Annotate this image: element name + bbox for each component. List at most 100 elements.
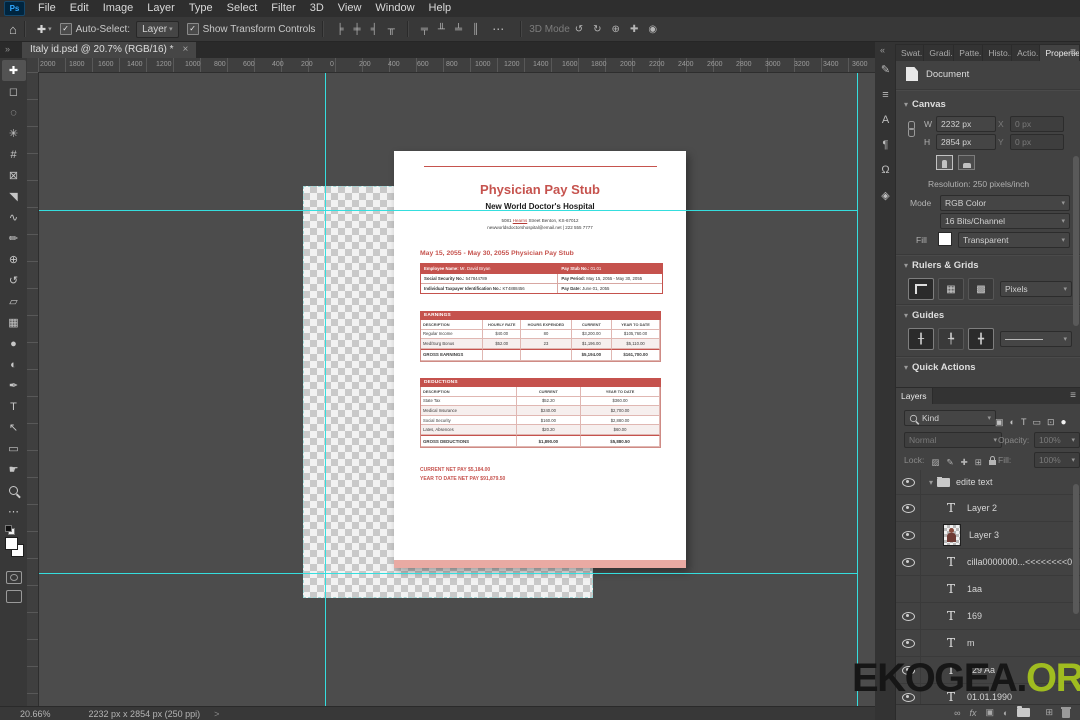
paragraph-panel-icon[interactable]: ¶ xyxy=(883,139,889,151)
tab-patte[interactable]: Patte.. xyxy=(954,45,984,61)
distribute-top-edges-icon[interactable]: ╤ xyxy=(421,24,428,35)
layer-row-layer-2[interactable]: T Layer 2 xyxy=(896,495,1080,522)
default-colors-icon[interactable] xyxy=(5,525,15,535)
guide-vertical-left[interactable] xyxy=(325,72,326,706)
canvas-section-header[interactable]: ▾ Canvas xyxy=(904,99,946,110)
smart-guides-icon[interactable]: ╋ xyxy=(968,328,994,350)
layer-visibility-toggle[interactable] xyxy=(896,576,921,602)
filter-type-layers-icon[interactable]: T xyxy=(1021,417,1027,427)
link-layers-icon[interactable]: ∞ xyxy=(954,708,960,718)
tab-actio[interactable]: Actio.. xyxy=(1012,45,1041,61)
double-chevron-icon[interactable]: » xyxy=(5,44,10,54)
menu-help[interactable]: Help xyxy=(422,2,459,14)
guide-style-dropdown[interactable]: ▾ xyxy=(1000,331,1072,347)
document-tab[interactable]: Italy id.psd @ 20.7% (RGB/16) * × xyxy=(22,41,197,58)
tab-swat[interactable]: Swat.. xyxy=(896,45,925,61)
layer-filter-dropdown[interactable]: Kind ▾ xyxy=(904,410,996,426)
layer-visibility-toggle[interactable] xyxy=(896,630,921,656)
guide-vertical-right[interactable] xyxy=(857,72,858,706)
guides-icon[interactable]: ╂ xyxy=(908,328,934,350)
lock-image-pixels-icon[interactable]: ✎ xyxy=(947,457,954,467)
fill-dropdown[interactable]: Transparent ▾ xyxy=(958,232,1070,248)
layer-visibility-toggle[interactable] xyxy=(896,603,921,629)
horizontal-ruler[interactable]: 2000 1800 1600 1400 1200 1000 800 600 400 200 0 200… xyxy=(38,58,875,73)
menu-image[interactable]: Image xyxy=(96,2,141,14)
layer-row-129-aa[interactable]: T 129 Aa xyxy=(896,657,1080,684)
distribute-horizontal-centers-icon[interactable]: ║ xyxy=(472,24,479,35)
auto-select-checkbox[interactable]: ✓ xyxy=(59,23,72,35)
layer-style-icon[interactable]: fx xyxy=(969,708,976,718)
hand-tool[interactable]: ☛ xyxy=(2,459,26,480)
blur-tool[interactable]: ● xyxy=(2,333,26,354)
shape-tool[interactable]: ▭ xyxy=(2,438,26,459)
adjustment-layer-icon[interactable]: ◐ xyxy=(1003,708,1008,718)
filter-shape-layers-icon[interactable]: ▭ xyxy=(1032,417,1041,427)
layer-visibility-toggle[interactable] xyxy=(896,549,921,575)
screen-mode-button[interactable] xyxy=(5,590,22,603)
add-mask-icon[interactable]: ▣ xyxy=(986,707,995,718)
3d-slide-icon[interactable]: ✚ xyxy=(630,24,638,35)
grid-icon[interactable]: ▦ xyxy=(938,278,964,300)
expand-panels-icon[interactable]: « xyxy=(880,45,885,55)
lock-transparent-pixels-icon[interactable]: ▨ xyxy=(932,457,940,467)
layer-row-edite-text[interactable]: ▾ edite text xyxy=(896,470,1080,495)
align-horizontal-centers-icon[interactable]: ╪ xyxy=(354,24,361,35)
layer-row-1aa[interactable]: T 1aa xyxy=(896,576,1080,603)
menu-edit[interactable]: Edit xyxy=(63,2,96,14)
pen-tool[interactable]: ✒ xyxy=(2,375,26,396)
filter-pixel-layers-icon[interactable]: ▣ xyxy=(995,417,1004,427)
layer-visibility-toggle[interactable] xyxy=(896,657,921,683)
layer-visibility-toggle[interactable] xyxy=(896,495,921,521)
menu-view[interactable]: View xyxy=(331,2,369,14)
color-swatches[interactable] xyxy=(2,535,26,565)
chevron-down-icon[interactable]: ▾ xyxy=(48,25,52,33)
layer-row-169[interactable]: T 169 xyxy=(896,603,1080,630)
width-field[interactable]: 2232 px xyxy=(936,116,996,132)
delete-layer-icon[interactable] xyxy=(1061,707,1071,718)
lock-position-icon[interactable]: ✚ xyxy=(961,457,968,467)
brushes-panel-icon[interactable]: ✎ xyxy=(881,63,890,76)
layer-row-cilla0000000-0-d[interactable]: Tcilla0000000...<<<<<<<<0 d xyxy=(896,549,1080,576)
layer-row-m[interactable]: Tm xyxy=(896,630,1080,657)
menu-type[interactable]: Type xyxy=(182,2,220,14)
dodge-tool[interactable]: ◐ xyxy=(2,354,26,375)
foreground-color-swatch[interactable] xyxy=(4,537,18,550)
crop-tool[interactable]: # xyxy=(2,144,26,165)
menu-file[interactable]: File xyxy=(31,2,63,14)
home-icon[interactable]: ⌂ xyxy=(9,22,17,37)
distribute-vertical-centers-icon[interactable]: ╨ xyxy=(438,24,445,35)
height-field[interactable]: 2854 px xyxy=(936,134,996,150)
rectangular-marquee-tool[interactable]: ◻ xyxy=(2,81,26,102)
more-options-button[interactable]: ⋯ xyxy=(492,22,505,36)
close-icon[interactable]: × xyxy=(183,44,189,55)
ruler-units-dropdown[interactable]: Pixels ▾ xyxy=(1000,281,1072,297)
libraries-panel-icon[interactable]: ◈ xyxy=(881,189,889,202)
opacity-field[interactable]: 100% ▾ xyxy=(1034,432,1080,448)
rulers-grids-section-header[interactable]: ▾ Rulers & Grids xyxy=(904,260,979,271)
menu-3d[interactable]: 3D xyxy=(303,2,331,14)
zoom-tool[interactable] xyxy=(2,480,26,501)
new-layer-icon[interactable]: ⊞ xyxy=(1045,707,1053,718)
object-selection-tool[interactable]: ✳ xyxy=(2,123,26,144)
ruler-origin-icon[interactable] xyxy=(908,278,934,300)
panel-menu-icon[interactable]: ≡ xyxy=(1070,47,1076,58)
zoom-level-field[interactable]: 20.66% xyxy=(20,709,51,719)
history-brush-tool[interactable]: ↺ xyxy=(2,270,26,291)
link-dimensions-icon[interactable] xyxy=(908,121,915,137)
quick-mask-button[interactable] xyxy=(5,571,22,584)
menu-filter[interactable]: Filter xyxy=(264,2,302,14)
filter-adjustment-layers-icon[interactable]: ◐ xyxy=(1010,417,1015,427)
fill-swatch[interactable] xyxy=(938,232,952,246)
guide-horizontal-top[interactable] xyxy=(38,210,857,211)
portrait-orientation-icon[interactable] xyxy=(936,155,953,170)
3d-camera-icon[interactable]: ◉ xyxy=(648,24,657,35)
3d-pan-icon[interactable]: ⊕ xyxy=(612,24,620,35)
show-transform-checkbox[interactable]: ✓ xyxy=(186,23,199,35)
lock-artboard-icon[interactable]: ⊞ xyxy=(975,457,982,467)
status-options-arrow[interactable]: > xyxy=(214,709,219,719)
menu-layer[interactable]: Layer xyxy=(140,2,182,14)
guides-section-header[interactable]: ▾ Guides xyxy=(904,310,944,321)
menu-window[interactable]: Window xyxy=(368,2,421,14)
move-tool-preset-icon[interactable]: ✚ xyxy=(37,23,46,36)
lasso-tool[interactable]: ◌ xyxy=(2,102,26,123)
